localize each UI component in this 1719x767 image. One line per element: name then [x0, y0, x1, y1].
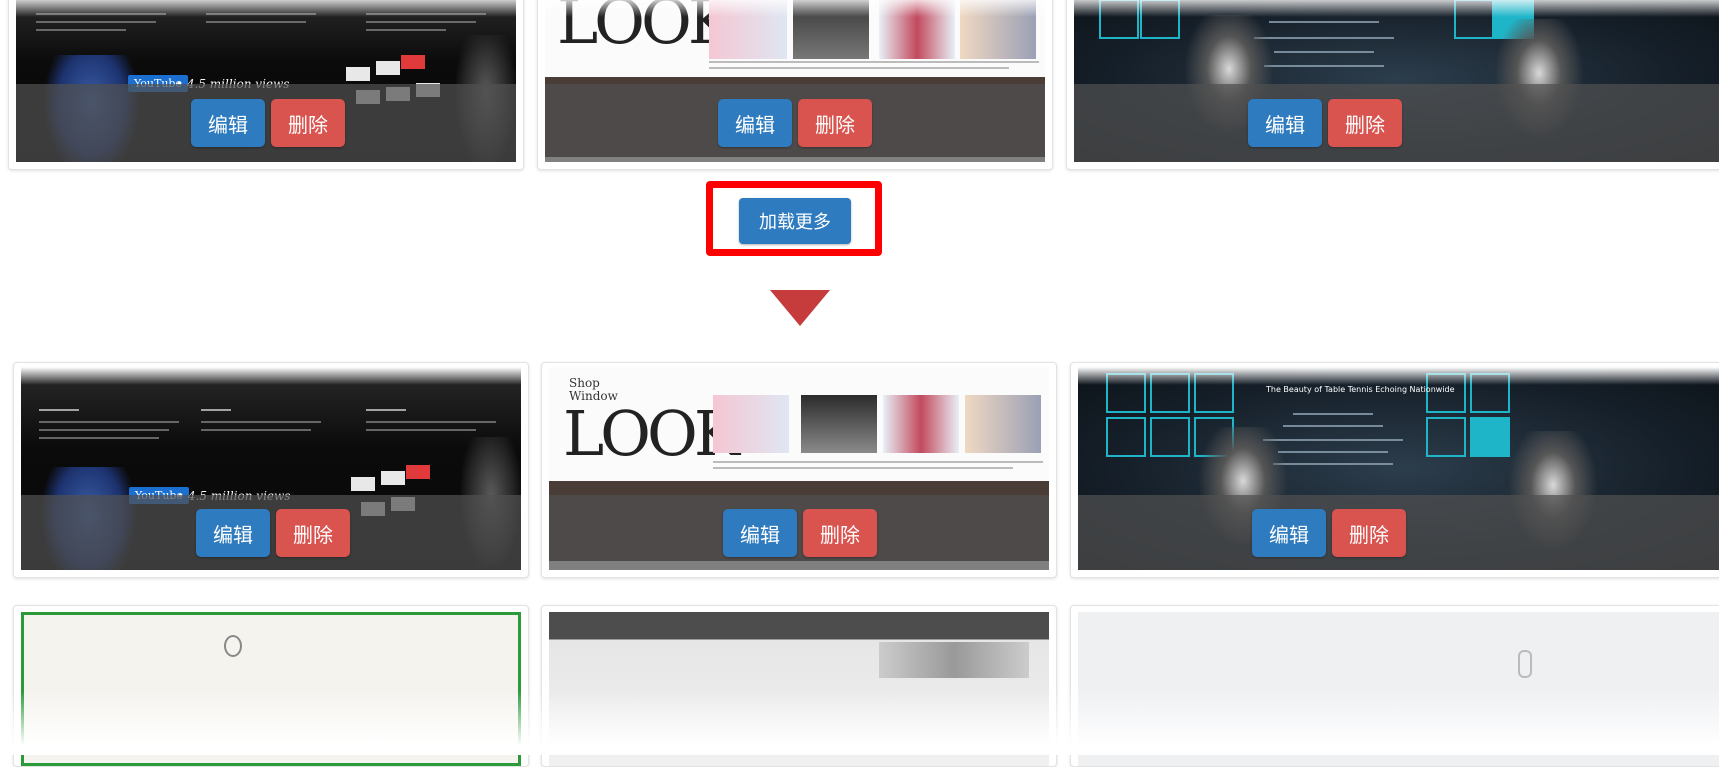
delete-button[interactable]: 删除	[803, 509, 877, 557]
project-thumbnail: Shop Window LOOK 编辑 删除	[549, 367, 1049, 570]
project-card: YouTube • 4.5 million views 编辑 删除	[13, 362, 529, 578]
edit-button[interactable]: 编辑	[1248, 99, 1322, 147]
project-card: LOOK 编辑 删除	[537, 0, 1053, 170]
delete-button[interactable]: 删除	[1332, 509, 1406, 557]
card-action-overlay: 编辑 删除	[549, 495, 1049, 570]
card-action-overlay: 编辑 删除	[1078, 495, 1719, 570]
project-thumbnail: YouTube • 4.5 million views 编辑 删除	[16, 0, 516, 162]
edit-button[interactable]: 编辑	[723, 509, 797, 557]
project-card: The Beauty of Table Tennis Echoing Natio…	[1070, 362, 1719, 578]
project-thumbnail: 编辑 删除	[1074, 0, 1719, 162]
edit-button[interactable]: 编辑	[718, 99, 792, 147]
down-arrow-icon	[770, 290, 830, 326]
project-thumbnail: YouTube • 4.5 million views 编辑 删除	[21, 367, 521, 570]
edit-button[interactable]: 编辑	[1252, 509, 1326, 557]
card-action-overlay: 编辑 删除	[16, 84, 516, 162]
look-brand-text: LOOK	[563, 397, 740, 470]
project-thumbnail: LOOK 编辑 删除	[545, 0, 1045, 162]
card-action-overlay: 编辑 删除	[545, 84, 1045, 162]
edit-button[interactable]: 编辑	[191, 99, 265, 147]
card-action-overlay: 编辑 删除	[1074, 84, 1719, 162]
delete-button[interactable]: 删除	[276, 509, 350, 557]
project-thumbnail: The Beauty of Table Tennis Echoing Natio…	[1078, 367, 1719, 570]
delete-button[interactable]: 删除	[271, 99, 345, 147]
edit-button[interactable]: 编辑	[196, 509, 270, 557]
tennis-title: The Beauty of Table Tennis Echoing Natio…	[1266, 385, 1455, 394]
delete-button[interactable]: 删除	[798, 99, 872, 147]
project-card: 编辑 删除	[1066, 0, 1719, 170]
project-card: Shop Window LOOK 编辑 删除	[541, 362, 1057, 578]
card-action-overlay: 编辑 删除	[21, 495, 521, 570]
project-card: YouTube • 4.5 million views 编辑 删除	[8, 0, 524, 170]
delete-button[interactable]: 删除	[1328, 99, 1402, 147]
load-more-button[interactable]: 加载更多	[739, 198, 851, 244]
